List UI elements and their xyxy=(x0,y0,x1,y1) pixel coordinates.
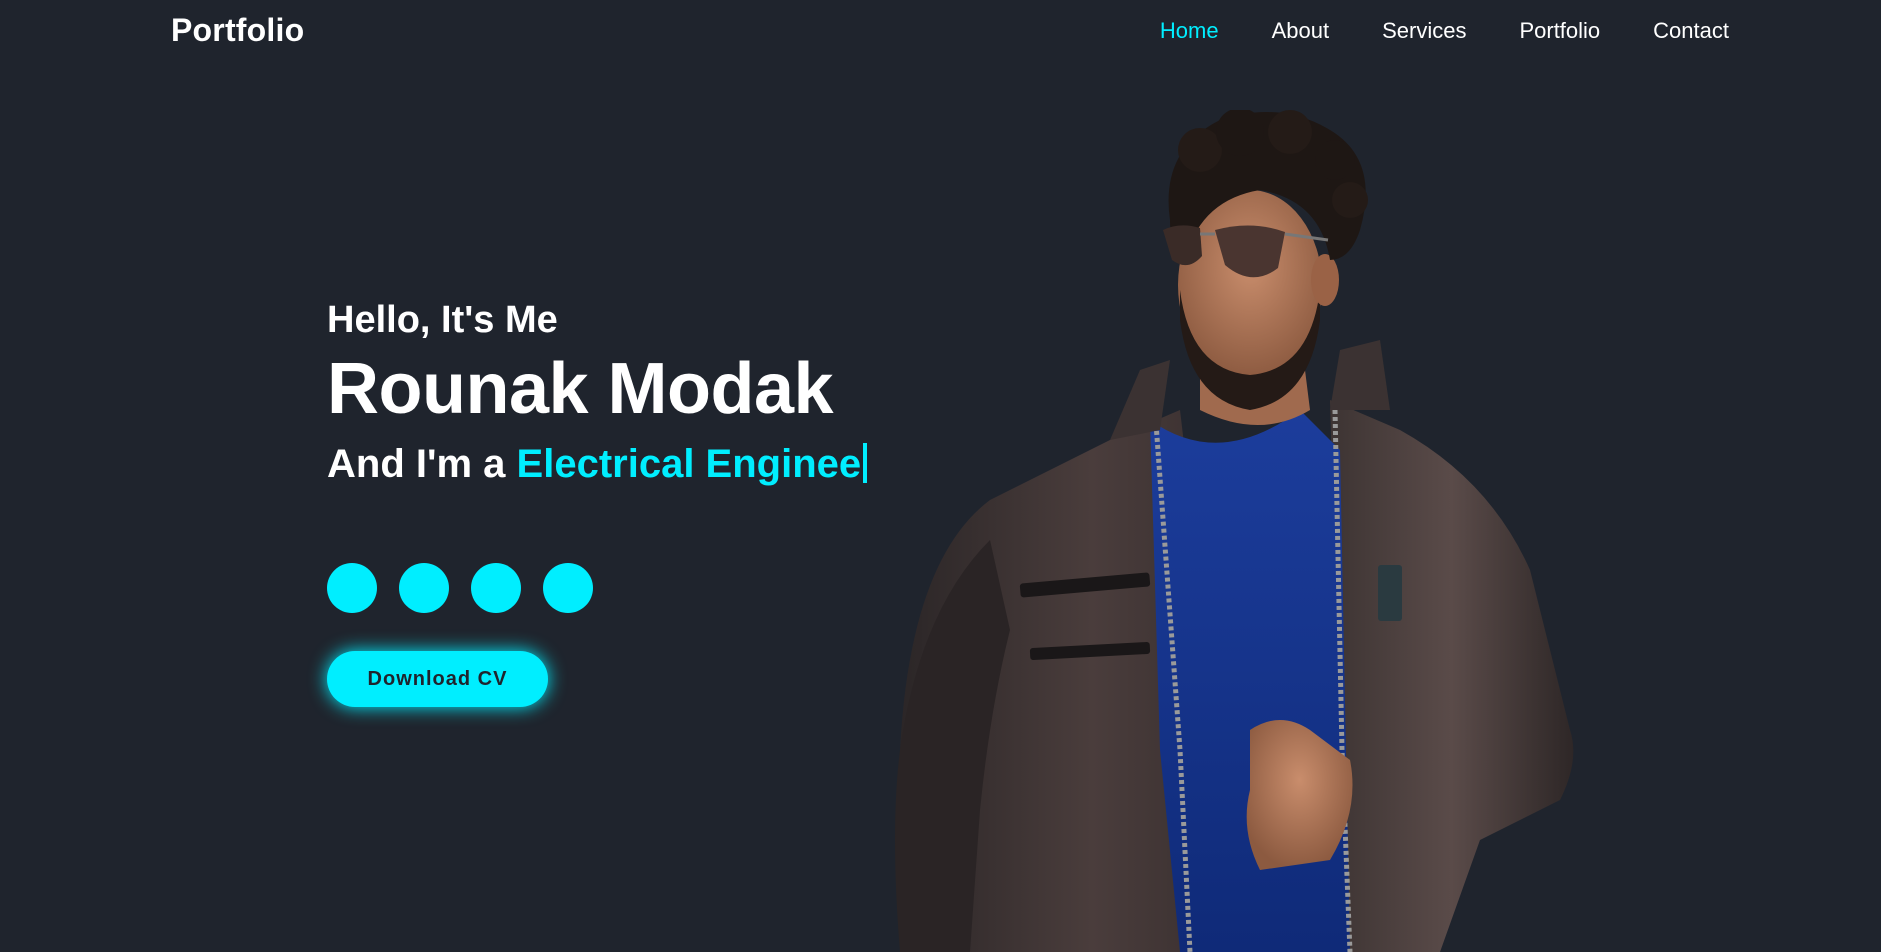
nav-contact[interactable]: Contact xyxy=(1653,18,1729,44)
page: Portfolio Home About Services Portfolio … xyxy=(0,0,1881,952)
typing-caret xyxy=(863,443,868,483)
greeting: Hello, It's Me xyxy=(327,299,558,341)
social-icon-1[interactable] xyxy=(327,563,377,613)
social-links xyxy=(327,563,615,613)
site-header: Portfolio Home About Services Portfolio … xyxy=(0,0,1881,64)
main-nav: Home About Services Portfolio Contact xyxy=(1107,18,1729,44)
role-line: And I'm a Electrical Enginee xyxy=(327,436,868,492)
social-icon-2[interactable] xyxy=(399,563,449,613)
social-icon-3[interactable] xyxy=(471,563,521,613)
nav-home[interactable]: Home xyxy=(1160,18,1219,44)
nav-portfolio[interactable]: Portfolio xyxy=(1519,18,1600,44)
hero-text: Hello, It's Me Rounak Modak And I'm a El… xyxy=(327,292,868,492)
role-typed: Electrical Enginee xyxy=(516,442,862,486)
portrait-image xyxy=(895,110,1574,952)
nav-about[interactable]: About xyxy=(1272,18,1330,44)
social-icon-4[interactable] xyxy=(543,563,593,613)
download-cv-button[interactable]: Download CV xyxy=(327,651,548,707)
logo-link[interactable]: Portfolio xyxy=(171,12,304,49)
role-prefix: And I'm a xyxy=(327,442,506,486)
hero-name: Rounak Modak xyxy=(327,349,834,429)
nav-services[interactable]: Services xyxy=(1382,18,1466,44)
